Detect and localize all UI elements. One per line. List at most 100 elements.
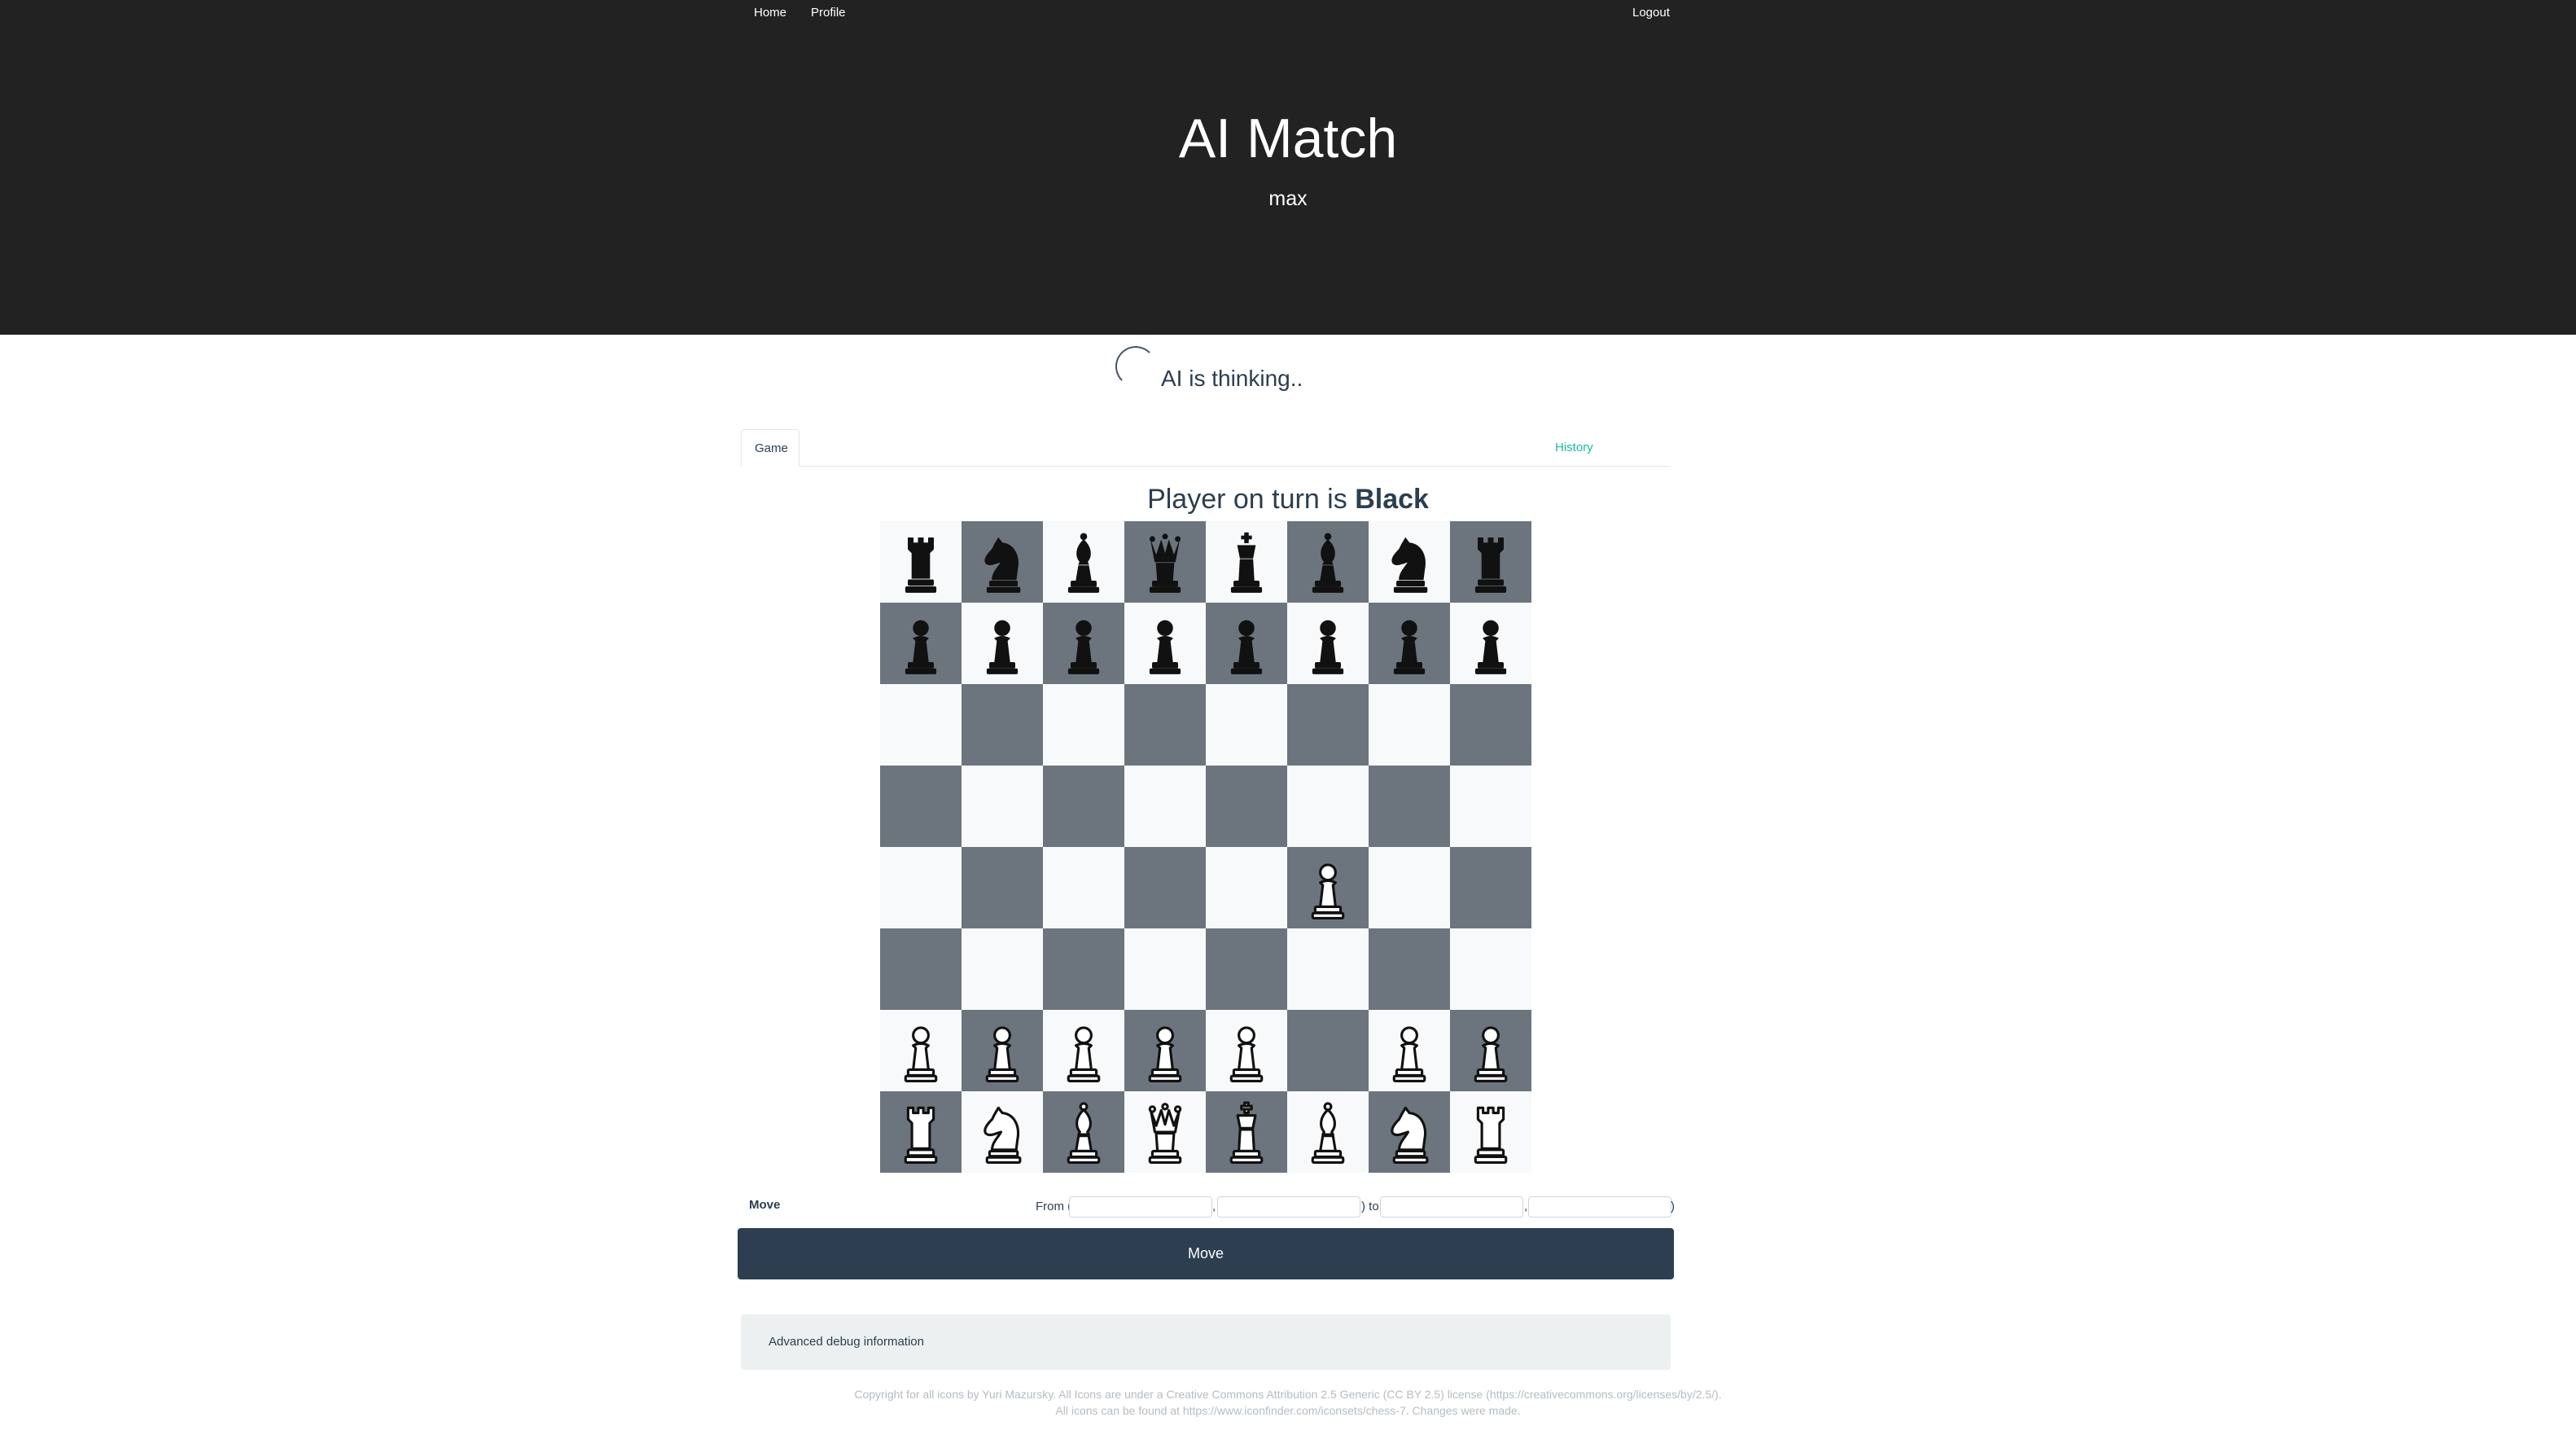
board-square[interactable] — [1287, 521, 1369, 603]
board-square[interactable] — [1043, 1010, 1124, 1091]
board-square[interactable] — [1369, 766, 1450, 847]
board-square[interactable] — [1043, 521, 1124, 603]
white-pawn-icon[interactable] — [1378, 1015, 1441, 1086]
board-square[interactable] — [1124, 847, 1206, 928]
board-square[interactable] — [880, 603, 962, 684]
board-square[interactable] — [962, 928, 1043, 1010]
board-square[interactable] — [962, 847, 1043, 928]
board-square[interactable] — [1124, 928, 1206, 1010]
black-bishop-icon[interactable] — [1296, 526, 1360, 598]
board-square[interactable] — [1369, 1091, 1450, 1173]
board-square[interactable] — [1124, 1010, 1206, 1091]
white-knight-icon[interactable] — [1378, 1096, 1441, 1168]
board-square[interactable] — [962, 1010, 1043, 1091]
white-pawn-icon[interactable] — [1215, 1015, 1278, 1086]
board-square[interactable] — [1369, 1010, 1450, 1091]
nav-logout-link[interactable]: Logout — [1632, 5, 1670, 21]
from-y-input[interactable] — [1217, 1196, 1360, 1218]
white-knight-icon[interactable] — [970, 1096, 1034, 1168]
board-square[interactable] — [1124, 603, 1206, 684]
board-square[interactable] — [1450, 603, 1531, 684]
black-pawn-icon[interactable] — [1296, 608, 1360, 679]
board-square[interactable] — [880, 928, 962, 1010]
board-square[interactable] — [880, 1091, 962, 1173]
board-square[interactable] — [1369, 521, 1450, 603]
board-square[interactable] — [1287, 766, 1369, 847]
board-square[interactable] — [1043, 928, 1124, 1010]
black-bishop-icon[interactable] — [1052, 526, 1115, 598]
black-king-icon[interactable] — [1215, 526, 1278, 598]
black-pawn-icon[interactable] — [1215, 608, 1278, 679]
board-square[interactable] — [1206, 684, 1287, 766]
board-square[interactable] — [1287, 928, 1369, 1010]
board-square[interactable] — [1206, 847, 1287, 928]
board-square[interactable] — [1206, 521, 1287, 603]
black-pawn-icon[interactable] — [889, 608, 953, 679]
board-square[interactable] — [962, 603, 1043, 684]
board-square[interactable] — [1124, 1091, 1206, 1173]
white-queen-icon[interactable] — [1133, 1096, 1197, 1168]
board-square[interactable] — [1287, 684, 1369, 766]
board-square[interactable] — [1043, 766, 1124, 847]
board-square[interactable] — [1450, 766, 1531, 847]
black-pawn-icon[interactable] — [1133, 608, 1197, 679]
board-square[interactable] — [1124, 521, 1206, 603]
board-square[interactable] — [1287, 1091, 1369, 1173]
tab-game[interactable]: Game — [741, 429, 800, 467]
board-square[interactable] — [1287, 847, 1369, 928]
board-square[interactable] — [1043, 847, 1124, 928]
board-square[interactable] — [1043, 684, 1124, 766]
white-pawn-icon[interactable] — [1052, 1015, 1115, 1086]
board-square[interactable] — [1450, 684, 1531, 766]
board-square[interactable] — [1369, 928, 1450, 1010]
white-rook-icon[interactable] — [889, 1096, 953, 1168]
to-x-input[interactable] — [1380, 1196, 1523, 1218]
black-knight-icon[interactable] — [1378, 526, 1441, 598]
board-square[interactable] — [962, 1091, 1043, 1173]
board-square[interactable] — [962, 766, 1043, 847]
board-square[interactable] — [1450, 1091, 1531, 1173]
board-square[interactable] — [1450, 521, 1531, 603]
nav-home-link[interactable]: Home — [754, 5, 786, 21]
board-square[interactable] — [1369, 684, 1450, 766]
nav-profile-link[interactable]: Profile — [811, 5, 846, 21]
board-square[interactable] — [880, 521, 962, 603]
white-pawn-icon[interactable] — [1133, 1015, 1197, 1086]
white-pawn-icon[interactable] — [1459, 1015, 1522, 1086]
board-square[interactable] — [1287, 1010, 1369, 1091]
board-square[interactable] — [880, 847, 962, 928]
board-square[interactable] — [1450, 928, 1531, 1010]
white-rook-icon[interactable] — [1459, 1096, 1522, 1168]
board-square[interactable] — [1287, 603, 1369, 684]
board-square[interactable] — [1206, 928, 1287, 1010]
board-square[interactable] — [1369, 603, 1450, 684]
board-square[interactable] — [1450, 1010, 1531, 1091]
board-square[interactable] — [1043, 1091, 1124, 1173]
white-bishop-icon[interactable] — [1052, 1096, 1115, 1168]
white-bishop-icon[interactable] — [1296, 1096, 1360, 1168]
board-square[interactable] — [1043, 603, 1124, 684]
black-rook-icon[interactable] — [889, 526, 953, 598]
move-button[interactable]: Move — [738, 1228, 1674, 1279]
white-king-icon[interactable] — [1215, 1096, 1278, 1168]
board-square[interactable] — [1206, 1091, 1287, 1173]
tab-history[interactable]: History — [1542, 429, 1606, 467]
board-square[interactable] — [880, 1010, 962, 1091]
board-square[interactable] — [962, 521, 1043, 603]
black-pawn-icon[interactable] — [970, 608, 1034, 679]
board-square[interactable] — [1124, 684, 1206, 766]
board-square[interactable] — [1124, 766, 1206, 847]
black-rook-icon[interactable] — [1459, 526, 1522, 598]
white-pawn-icon[interactable] — [970, 1015, 1034, 1086]
from-x-input[interactable] — [1069, 1196, 1212, 1218]
board-square[interactable] — [1206, 603, 1287, 684]
debug-panel[interactable]: Advanced debug information — [741, 1314, 1671, 1370]
board-square[interactable] — [1206, 766, 1287, 847]
board-square[interactable] — [1450, 847, 1531, 928]
board-square[interactable] — [962, 684, 1043, 766]
black-pawn-icon[interactable] — [1459, 608, 1522, 679]
board-square[interactable] — [1206, 1010, 1287, 1091]
board-square[interactable] — [1369, 847, 1450, 928]
board-square[interactable] — [880, 766, 962, 847]
to-y-input[interactable] — [1528, 1196, 1671, 1218]
